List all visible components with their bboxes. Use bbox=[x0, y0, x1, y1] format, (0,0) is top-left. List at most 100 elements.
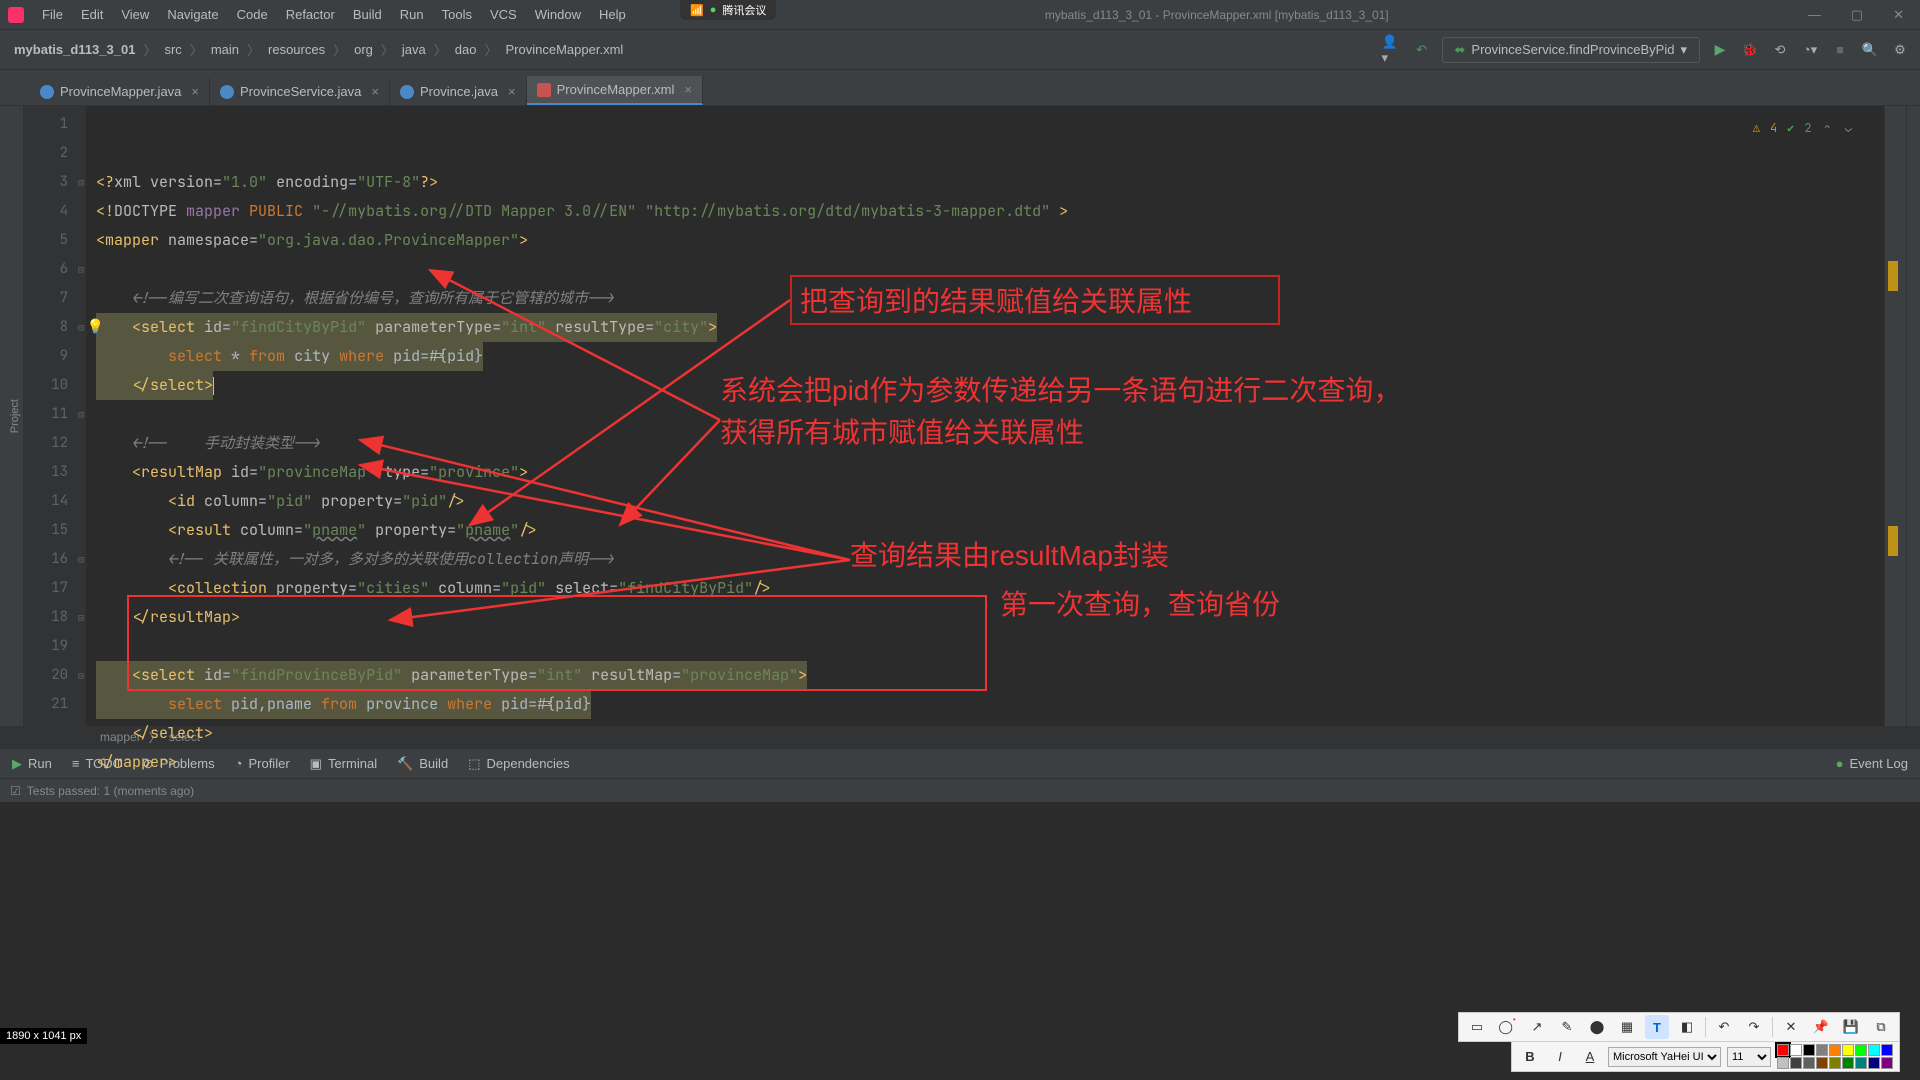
font-select[interactable]: Microsoft YaHei UI bbox=[1608, 1047, 1721, 1067]
java-class-icon bbox=[40, 85, 54, 99]
intention-bulb-icon[interactable]: 💡 bbox=[87, 313, 104, 342]
settings-icon[interactable]: ⚙ bbox=[1890, 40, 1910, 60]
bold-icon[interactable]: B bbox=[1518, 1045, 1542, 1069]
menu-window[interactable]: Window bbox=[527, 3, 589, 26]
coverage-button[interactable]: ⟲ bbox=[1770, 40, 1790, 60]
snip-mosaic-icon[interactable]: ▦ bbox=[1615, 1015, 1639, 1039]
snip-save-icon[interactable]: 💾 bbox=[1839, 1015, 1863, 1039]
snip-highlight-icon[interactable]: ⬤ bbox=[1585, 1015, 1609, 1039]
annotation-text-2: 系统会把pid作为参数传递给另一条语句进行二次查询，获得所有城市赋值给关联属性 bbox=[720, 370, 1420, 454]
bc-src[interactable]: src bbox=[160, 40, 185, 59]
tw-dependencies[interactable]: ⬚Dependencies bbox=[468, 756, 569, 772]
snip-copy-icon[interactable]: ⧉ bbox=[1869, 1015, 1893, 1039]
tab-close-icon[interactable]: × bbox=[191, 84, 199, 99]
menu-build[interactable]: Build bbox=[345, 3, 390, 26]
snip-rect-icon[interactable]: ▭ bbox=[1465, 1015, 1489, 1039]
snip-arrow-icon[interactable]: ↗ bbox=[1525, 1015, 1549, 1039]
tool-window-bar: ▶Run ≡TODO ⊘Problems ◔Profiler ▣Terminal… bbox=[0, 748, 1920, 778]
fold-icon[interactable]: ⊟ bbox=[78, 400, 84, 429]
bc-dao[interactable]: dao bbox=[451, 40, 481, 59]
window-title: mybatis_d113_3_01 - ProvinceMapper.xml [… bbox=[634, 8, 1800, 22]
maximize-button[interactable]: ▢ bbox=[1843, 5, 1871, 25]
menu-refactor[interactable]: Refactor bbox=[278, 3, 343, 26]
snip-circle-icon[interactable]: ◯• bbox=[1495, 1015, 1519, 1039]
menu-tools[interactable]: Tools bbox=[434, 3, 480, 26]
snip-cancel-icon[interactable]: ✕ bbox=[1779, 1015, 1803, 1039]
font-color-icon[interactable]: A bbox=[1578, 1045, 1602, 1069]
signal-icon: 📶 bbox=[690, 4, 704, 17]
editor-tabs: ProvinceMapper.java × ProvinceService.ja… bbox=[0, 70, 1920, 106]
close-button[interactable]: ✕ bbox=[1885, 5, 1912, 25]
warning-marker[interactable] bbox=[1888, 261, 1898, 291]
tab-close-icon[interactable]: × bbox=[684, 82, 692, 97]
menu-help[interactable]: Help bbox=[591, 3, 634, 26]
run-button[interactable]: ▶ bbox=[1710, 40, 1730, 60]
bc-file[interactable]: ProvinceMapper.xml bbox=[502, 40, 628, 59]
italic-icon[interactable]: I bbox=[1548, 1045, 1572, 1069]
menu-code[interactable]: Code bbox=[229, 3, 276, 26]
tab-province-java[interactable]: Province.java × bbox=[390, 78, 527, 105]
menu-edit[interactable]: Edit bbox=[73, 3, 111, 26]
snip-text-options: B I A Microsoft YaHei UI 11 bbox=[1511, 1041, 1900, 1072]
annotation-rect bbox=[127, 595, 987, 691]
stop-button[interactable]: ■ bbox=[1830, 40, 1850, 60]
tab-close-icon[interactable]: × bbox=[371, 84, 379, 99]
snip-undo-icon[interactable]: ↶ bbox=[1712, 1015, 1736, 1039]
main-menu: File Edit View Navigate Code Refactor Bu… bbox=[34, 3, 634, 26]
prev-highlight-icon[interactable]: ⌃ bbox=[1822, 114, 1833, 143]
snip-text-icon[interactable]: T bbox=[1645, 1015, 1669, 1039]
fold-icon[interactable]: ⊟ bbox=[78, 545, 84, 574]
font-size-select[interactable]: 11 bbox=[1727, 1047, 1771, 1067]
gutter: 1 2 3⊟ 4 5 6⊟ 7 8⊟💡 9 10 11⊟ 12 13 14 15… bbox=[24, 106, 86, 726]
minimize-button[interactable]: — bbox=[1800, 5, 1829, 25]
color-palette[interactable] bbox=[1777, 1044, 1893, 1069]
menu-file[interactable]: File bbox=[34, 3, 71, 26]
tab-provinceservice-java[interactable]: ProvinceService.java × bbox=[210, 78, 390, 105]
next-highlight-icon[interactable]: ⌄ bbox=[1843, 114, 1854, 143]
annotation-text-4: 第一次查询，查询省份 bbox=[1000, 584, 1280, 626]
tw-event-log[interactable]: ●Event Log bbox=[1836, 756, 1908, 771]
menu-run[interactable]: Run bbox=[392, 3, 432, 26]
bc-java[interactable]: java bbox=[398, 40, 430, 59]
inspections-widget[interactable]: ⚠4 ✔2 ⌃ ⌄ bbox=[1753, 114, 1854, 143]
right-tool-strip bbox=[1884, 106, 1906, 726]
bc-project[interactable]: mybatis_d113_3_01 bbox=[10, 40, 139, 59]
tab-provincemapper-java[interactable]: ProvinceMapper.java × bbox=[30, 78, 210, 105]
meeting-badge: 📶 ● 腾讯会议 bbox=[680, 0, 776, 20]
bc-org[interactable]: org bbox=[350, 40, 377, 59]
tab-close-icon[interactable]: × bbox=[508, 84, 516, 99]
tw-terminal[interactable]: ▣Terminal bbox=[310, 756, 377, 772]
tw-profiler[interactable]: ◔Profiler bbox=[235, 756, 290, 771]
menu-view[interactable]: View bbox=[113, 3, 157, 26]
left-tool-strip: Project bbox=[0, 106, 24, 726]
bc-resources[interactable]: resources bbox=[264, 40, 329, 59]
tw-build[interactable]: 🔨Build bbox=[397, 756, 448, 772]
tab-provincemapper-xml[interactable]: ProvinceMapper.xml × bbox=[527, 76, 703, 105]
check-icon: ✔ bbox=[1787, 114, 1794, 143]
undo-icon[interactable]: ↶ bbox=[1412, 40, 1432, 60]
search-icon[interactable]: 🔍 bbox=[1860, 40, 1880, 60]
menu-navigate[interactable]: Navigate bbox=[159, 3, 226, 26]
snip-eraser-icon[interactable]: ◧ bbox=[1675, 1015, 1699, 1039]
app-logo-icon bbox=[8, 7, 24, 23]
color-swatch[interactable] bbox=[1777, 1044, 1789, 1056]
fold-icon[interactable]: ⊟ bbox=[78, 661, 84, 690]
chevron-down-icon: ▾ bbox=[1680, 42, 1687, 58]
debug-button[interactable]: 🐞 bbox=[1740, 40, 1760, 60]
run-config-selector[interactable]: ⬌ ProvinceService.findProvinceByPid ▾ bbox=[1442, 37, 1700, 63]
project-tool-button[interactable]: Project bbox=[7, 391, 23, 441]
snip-pen-icon[interactable]: ✎ bbox=[1555, 1015, 1579, 1039]
bc-main[interactable]: main bbox=[207, 40, 243, 59]
tw-run[interactable]: ▶Run bbox=[12, 756, 52, 772]
fold-icon[interactable]: ⊟ bbox=[78, 603, 84, 632]
vertical-scrollbar[interactable] bbox=[1906, 106, 1920, 726]
menu-vcs[interactable]: VCS bbox=[482, 3, 525, 26]
snip-pin-icon[interactable]: 📌 bbox=[1809, 1015, 1833, 1039]
fold-icon[interactable]: ⊟ bbox=[78, 168, 84, 197]
user-icon[interactable]: 👤▾ bbox=[1382, 40, 1402, 60]
profile-button[interactable]: ◔▾ bbox=[1800, 40, 1820, 60]
fold-icon[interactable]: ⊟ bbox=[78, 255, 84, 284]
fold-icon[interactable]: ⊟ bbox=[78, 313, 84, 342]
warning-marker[interactable] bbox=[1888, 526, 1898, 556]
snip-redo-icon[interactable]: ↷ bbox=[1742, 1015, 1766, 1039]
